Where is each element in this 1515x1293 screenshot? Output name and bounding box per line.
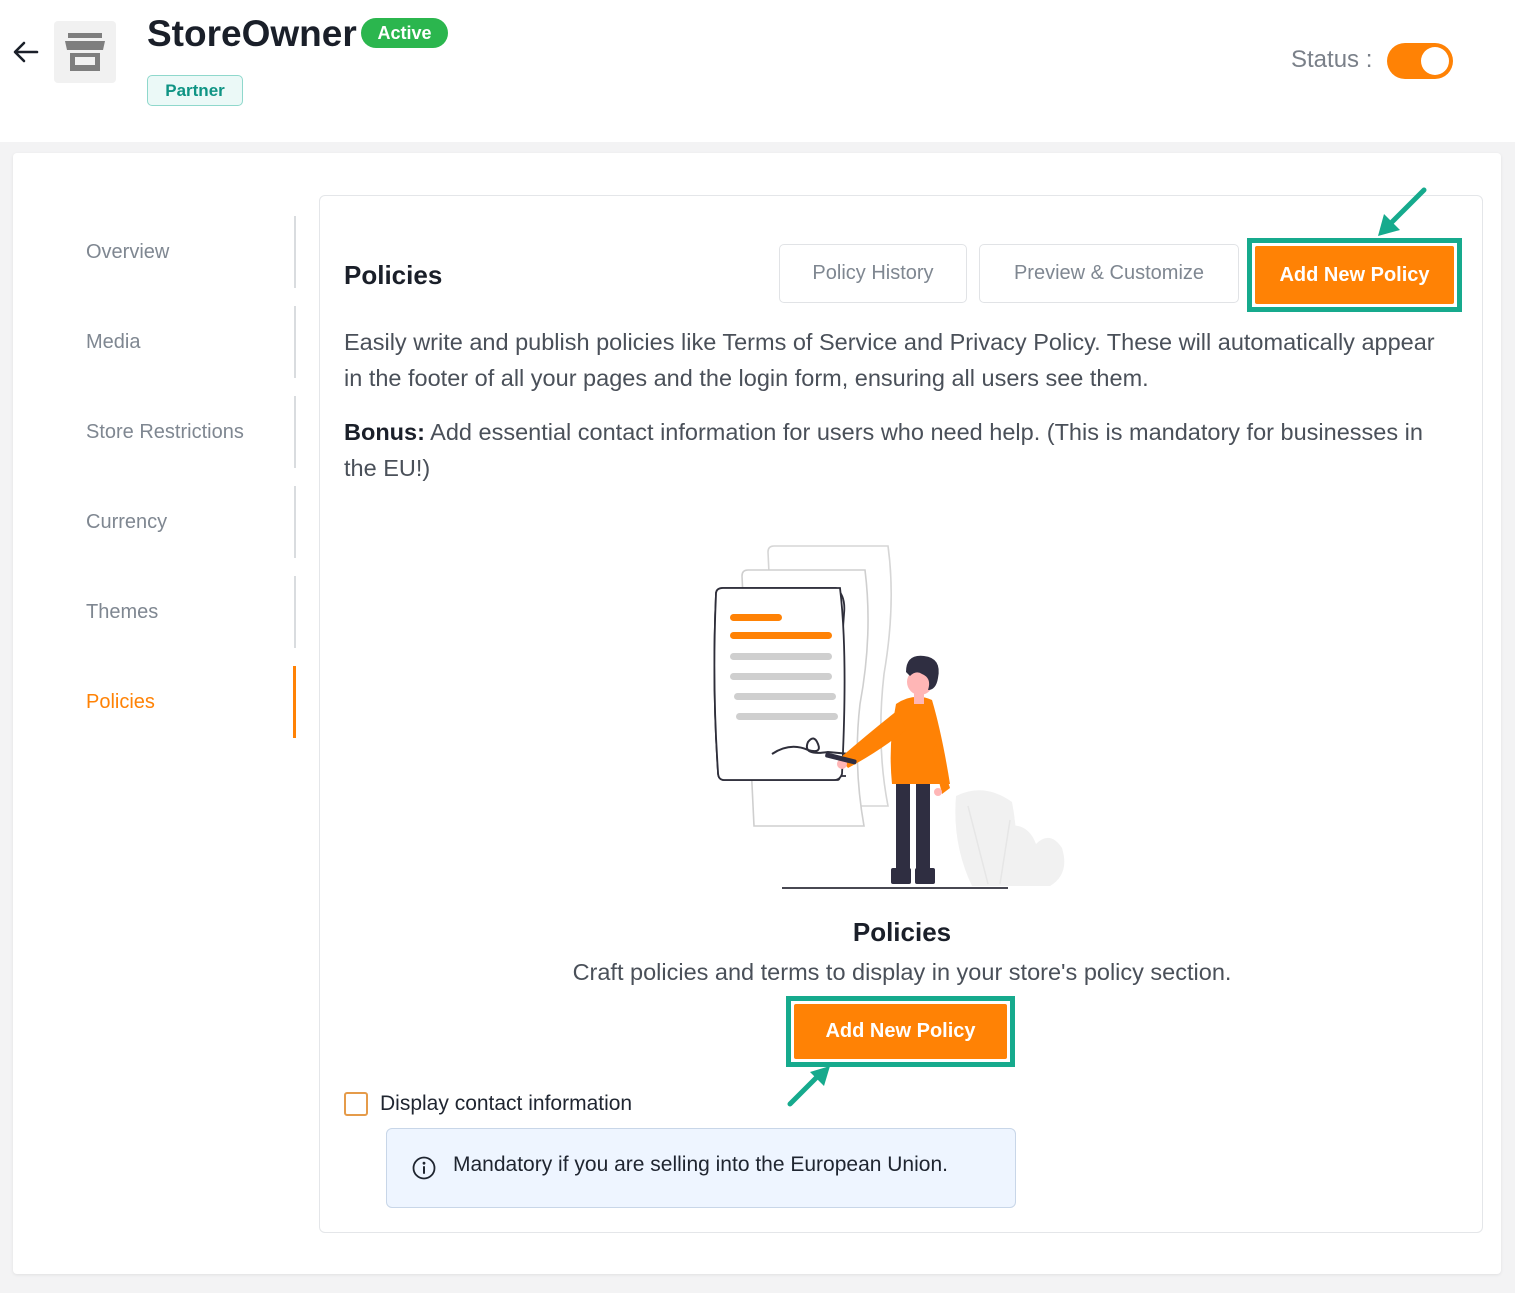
add-new-policy-button[interactable]: Add New Policy [1255, 246, 1454, 304]
status-label: Status : [1291, 46, 1373, 73]
store-name: StoreOwner [147, 13, 357, 54]
sidebar-item-label: Store Restrictions [86, 420, 244, 443]
policies-panel: Policies Policy History Preview & Custom… [319, 187, 1483, 1233]
partner-badge: Partner [147, 75, 243, 106]
store-avatar [54, 21, 116, 83]
empty-state-subtitle: Craft policies and terms to display in y… [572, 959, 1232, 985]
sidebar-item-label: Currency [86, 510, 168, 533]
display-contact-checkbox[interactable] [344, 1092, 368, 1116]
active-status-badge: Active [361, 18, 448, 48]
preview-customize-button[interactable]: Preview & Customize [979, 244, 1239, 303]
sidebar-item-policies[interactable]: Policies [86, 666, 296, 738]
sidebar-item-label: Overview [86, 240, 170, 263]
bonus-label: Bonus: [344, 419, 425, 445]
pointer-arrow-icon [1378, 187, 1427, 236]
sidebar-item-label: Media [86, 330, 141, 353]
empty-state-title: Policies [852, 917, 952, 947]
highlight-frame: Add New Policy [786, 996, 1015, 1067]
display-contact-label[interactable]: Display contact information [380, 1090, 632, 1118]
bonus-text: Add essential contact information for us… [344, 419, 1423, 481]
sidebar-item-label: Themes [86, 600, 159, 623]
signing-document-illustration [713, 545, 1065, 889]
sidebar-item-label: Policies [86, 690, 155, 713]
back-button[interactable] [8, 34, 44, 70]
highlight-frame: Add New Policy [1247, 238, 1462, 312]
info-icon [412, 1156, 436, 1180]
status-toggle[interactable] [1387, 43, 1453, 79]
policy-history-button[interactable]: Policy History [779, 244, 967, 303]
page-header: StoreOwner Active Partner Status : [0, 0, 1515, 142]
arrow-left-icon [13, 41, 39, 63]
bonus-note: Bonus: Add essential contact information… [344, 414, 1454, 486]
policies-description: Easily write and publish policies like T… [344, 329, 1435, 391]
sidebar-item-overview[interactable]: Overview [86, 216, 296, 288]
eu-info-banner: Mandatory if you are selling into the Eu… [386, 1128, 1016, 1208]
sidebar-item-themes[interactable]: Themes [86, 576, 296, 648]
info-text: Mandatory if you are selling into the Eu… [453, 1153, 948, 1176]
storefront-icon [65, 33, 105, 71]
settings-card: Overview Media Store Restrictions Curren… [13, 153, 1501, 1274]
page-title: Policies [344, 260, 443, 290]
sidebar-item-currency[interactable]: Currency [86, 486, 296, 558]
sidebar-item-store-restrictions[interactable]: Store Restrictions [86, 396, 296, 468]
add-new-policy-empty-button[interactable]: Add New Policy [794, 1004, 1007, 1059]
toggle-knob [1421, 47, 1449, 75]
pointer-arrow-icon [787, 1066, 830, 1107]
sidebar-item-media[interactable]: Media [86, 306, 296, 378]
